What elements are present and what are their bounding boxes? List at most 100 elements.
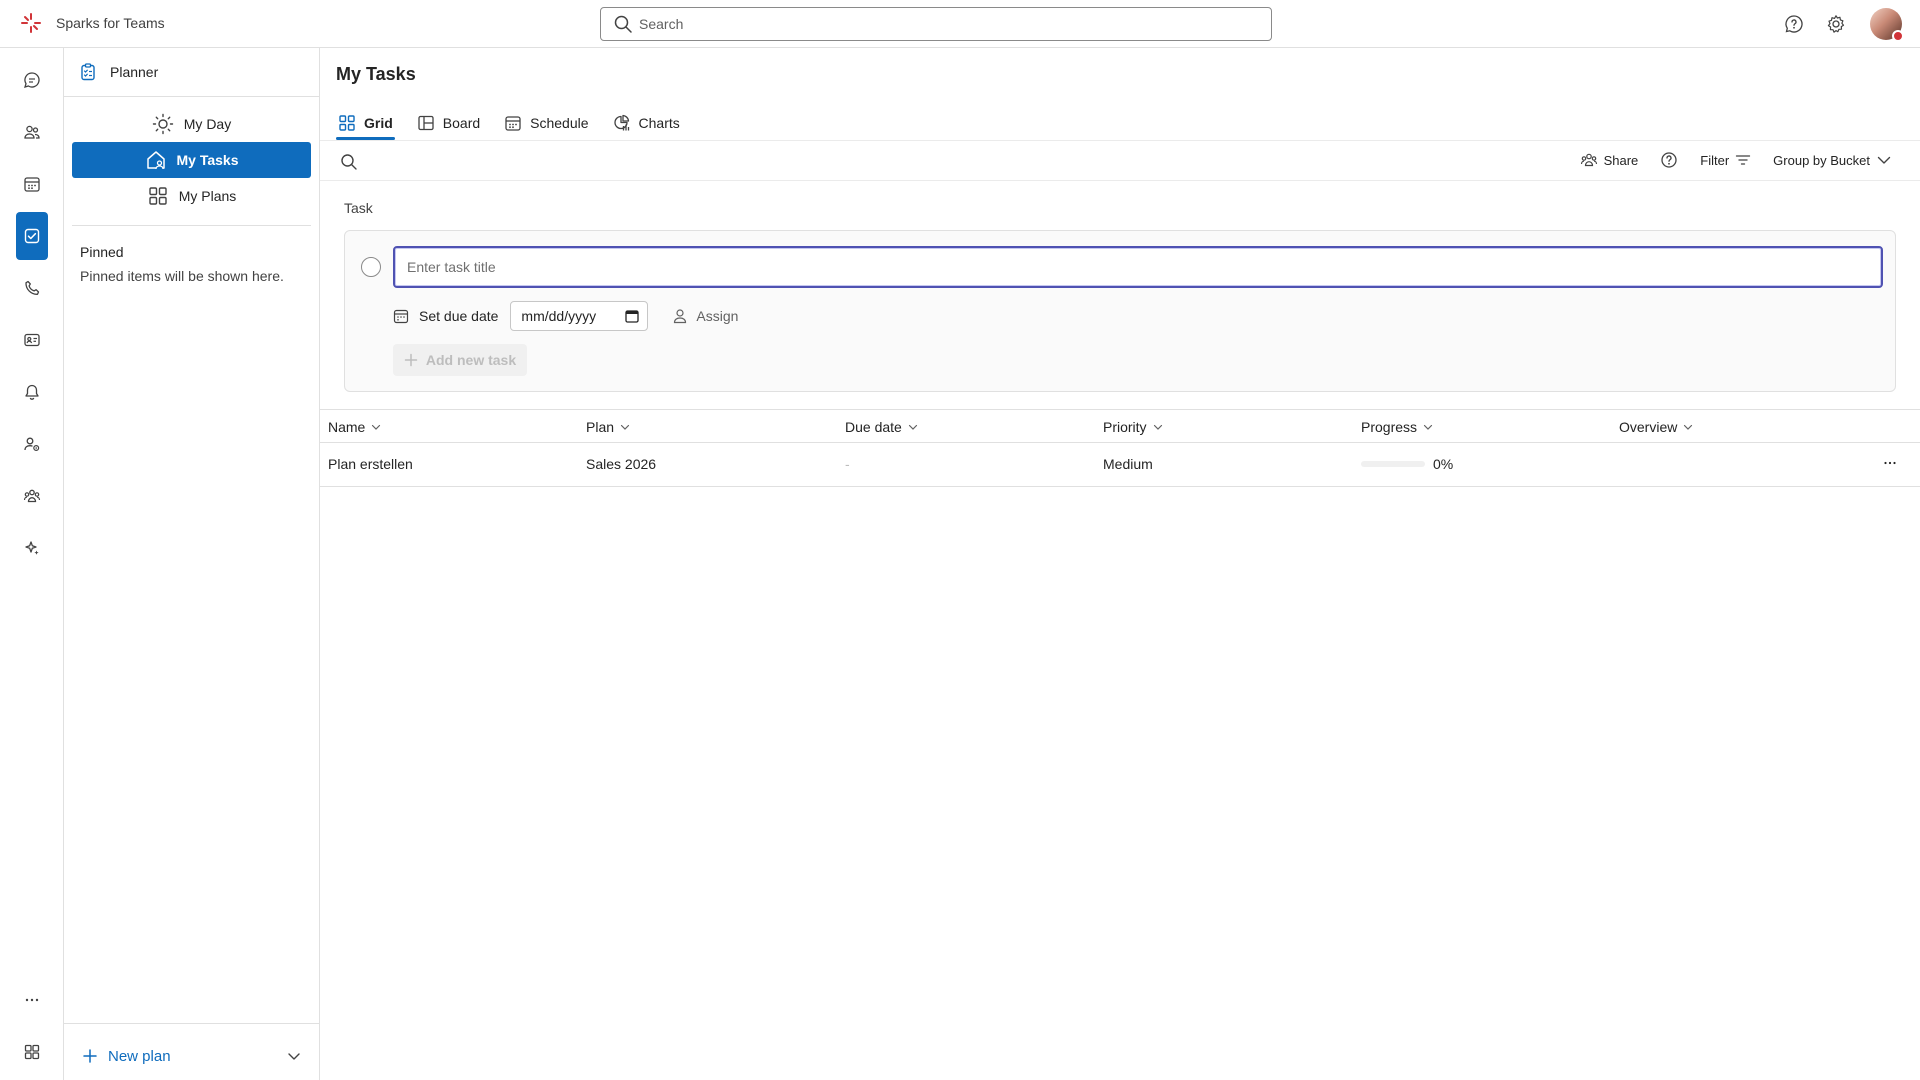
divider — [64, 96, 320, 97]
app-rail — [0, 48, 64, 1080]
set-due-date-label: Set due date — [419, 308, 499, 324]
pinned-title: Pinned — [80, 244, 124, 260]
table-row[interactable]: Plan erstellen Sales 2026 - Medium 0% — [320, 443, 1920, 487]
rail-groups[interactable] — [16, 472, 48, 520]
add-new-task-button[interactable]: Add new task — [393, 344, 527, 376]
rail-contacts[interactable] — [16, 316, 48, 364]
due-date-input[interactable]: mm/dd/yyyy — [510, 301, 649, 331]
search-placeholder: Search — [639, 16, 684, 32]
calendar-picker-icon[interactable] — [625, 309, 640, 323]
task-due-date[interactable]: - — [845, 456, 850, 472]
group-by-label: Group by Bucket — [1773, 152, 1870, 168]
column-header-due-date[interactable]: Due date — [845, 419, 918, 435]
column-label: Overview — [1619, 419, 1678, 435]
column-label: Priority — [1103, 419, 1147, 435]
rail-people-settings[interactable] — [16, 420, 48, 468]
plus-icon — [404, 353, 418, 367]
chevron-down-icon[interactable] — [286, 1048, 302, 1064]
task-plan: Sales 2026 — [586, 456, 657, 472]
avatar[interactable] — [1870, 8, 1904, 42]
planner-side-panel: Planner My Day My Tasks My Plans Pinned … — [64, 48, 320, 1080]
task-options-row: Set due date mm/dd/yyyy Assign — [393, 301, 738, 331]
phone-icon — [23, 279, 41, 297]
rail-calendar[interactable] — [16, 160, 48, 208]
chevron-down-icon — [908, 422, 918, 432]
filter-button[interactable]: Filter — [1700, 152, 1751, 168]
search-icon[interactable] — [340, 153, 358, 171]
app-title: Sparks for Teams — [56, 15, 165, 31]
filter-label: Filter — [1700, 152, 1730, 168]
calendar-icon — [504, 114, 522, 132]
chevron-down-icon — [1683, 422, 1693, 432]
main-content: My Tasks Grid Board Schedule Charts Shar… — [320, 48, 1920, 1080]
help-icon[interactable] — [1782, 12, 1806, 36]
contact-card-icon — [23, 331, 41, 349]
more-options-icon[interactable] — [1882, 455, 1898, 471]
column-header-overview[interactable]: Overview — [1619, 419, 1693, 435]
calendar-icon — [393, 308, 409, 324]
home-person-icon — [145, 149, 167, 171]
chevron-down-icon — [1423, 422, 1433, 432]
new-plan-button[interactable]: New plan — [82, 1044, 302, 1068]
column-header-plan[interactable]: Plan — [586, 419, 630, 435]
tab-grid[interactable]: Grid — [336, 106, 395, 140]
rail-apps[interactable] — [16, 1028, 48, 1076]
tab-board[interactable]: Board — [415, 106, 482, 140]
apps-icon — [23, 1043, 41, 1061]
plus-icon — [82, 1048, 98, 1064]
date-placeholder: mm/dd/yyyy — [521, 308, 597, 324]
progress-label: 0% — [1433, 456, 1454, 472]
column-header-priority[interactable]: Priority — [1103, 419, 1163, 435]
people-team-icon — [1580, 151, 1598, 169]
bell-icon — [23, 383, 41, 401]
column-label: Name — [328, 419, 366, 435]
complete-circle-icon[interactable] — [361, 257, 381, 277]
grid-icon — [147, 185, 169, 207]
nav-my-tasks[interactable]: My Tasks — [72, 142, 311, 178]
rail-activity[interactable] — [16, 368, 48, 416]
rail-copilot[interactable] — [16, 524, 48, 572]
assign-label: Assign — [696, 308, 739, 324]
add-new-task-label: Add new task — [425, 352, 517, 368]
group-by-dropdown[interactable]: Group by Bucket — [1773, 152, 1892, 168]
help-button[interactable] — [1660, 151, 1678, 169]
rail-calls[interactable] — [16, 264, 48, 312]
filter-icon — [1735, 152, 1751, 168]
person-icon — [672, 308, 688, 324]
task-form-label: Task — [344, 200, 373, 216]
question-circle-icon — [1660, 151, 1678, 169]
rail-more[interactable] — [16, 976, 48, 1024]
nav-my-plans[interactable]: My Plans — [72, 178, 311, 214]
column-header-name[interactable]: Name — [328, 419, 381, 435]
pinned-empty-note: Pinned items will be shown here. — [80, 268, 284, 284]
rail-teams[interactable] — [16, 108, 48, 156]
planner-header: Planner — [78, 62, 158, 82]
task-progress[interactable]: 0% — [1361, 456, 1453, 472]
chart-icon — [613, 114, 631, 132]
gear-icon[interactable] — [1824, 12, 1848, 36]
task-priority[interactable]: Medium — [1103, 456, 1153, 472]
tab-charts[interactable]: Charts — [611, 106, 682, 140]
nav-label: My Day — [183, 116, 232, 132]
task-title-input[interactable] — [393, 246, 1883, 288]
new-plan-label: New plan — [108, 1047, 171, 1065]
presence-busy-icon — [1892, 30, 1904, 42]
chevron-down-icon — [371, 422, 381, 432]
group-icon — [23, 487, 41, 505]
share-button[interactable]: Share — [1580, 151, 1639, 169]
column-header-progress[interactable]: Progress — [1361, 419, 1433, 435]
nav-my-day[interactable]: My Day — [72, 106, 311, 142]
global-search[interactable]: Search — [600, 7, 1272, 41]
sparks-logo-icon — [20, 12, 42, 34]
rail-chat[interactable] — [16, 56, 48, 104]
task-check-icon — [23, 227, 41, 245]
tab-schedule[interactable]: Schedule — [502, 106, 590, 140]
assign-button[interactable]: Assign — [672, 308, 738, 324]
calendar-icon — [23, 175, 41, 193]
people-icon — [23, 123, 41, 141]
share-label: Share — [1603, 152, 1639, 168]
view-tabs: Grid Board Schedule Charts — [336, 106, 682, 140]
task-name[interactable]: Plan erstellen — [328, 456, 413, 472]
rail-planner[interactable] — [16, 212, 48, 260]
nav-label: My Plans — [178, 188, 237, 204]
